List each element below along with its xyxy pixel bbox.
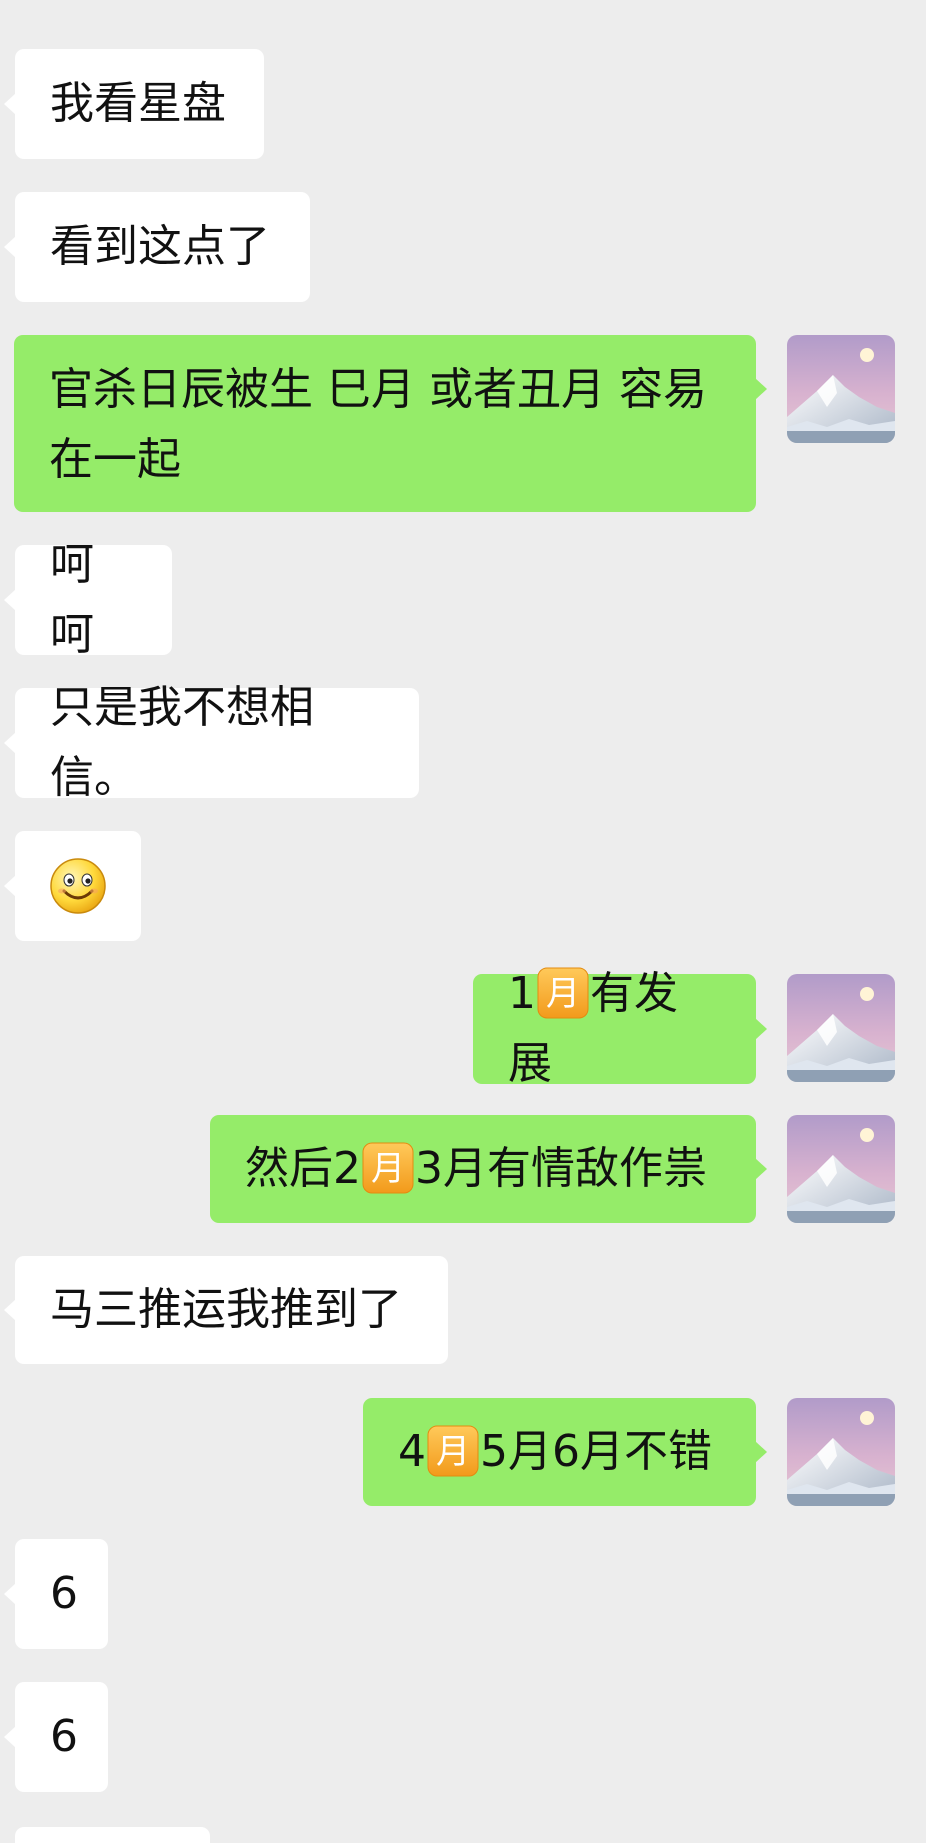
message-text: 看到这点了 bbox=[50, 221, 270, 272]
incoming-message-bubble[interactable]: 看到这点了 bbox=[15, 192, 310, 302]
outgoing-message-bubble[interactable]: 官杀日辰被生 巳月 或者丑月 容易 在一起 bbox=[14, 335, 756, 512]
month-icon-label: 月 bbox=[546, 974, 580, 1014]
message-text-prefix: 4 bbox=[398, 1426, 426, 1477]
message-text-suffix: 5月6月不错 bbox=[480, 1426, 712, 1477]
month-icon: 月 bbox=[537, 967, 589, 1019]
bubble-tail bbox=[755, 378, 767, 400]
month-icon: 月 bbox=[362, 1142, 414, 1194]
month-icon-label: 月 bbox=[371, 1149, 405, 1189]
message-text: 呵呵 bbox=[50, 539, 94, 660]
incoming-message-bubble[interactable]: 马三推运我推到了 bbox=[15, 1256, 448, 1364]
incoming-message-bubble[interactable] bbox=[15, 831, 141, 941]
snow-mountain-avatar-image bbox=[787, 1398, 895, 1506]
message-text: 我看星盘 bbox=[50, 78, 226, 129]
message-text: 官杀日辰被生 巳月 或者丑月 容易 在一起 bbox=[49, 355, 707, 495]
bubble-tail bbox=[4, 93, 16, 115]
avatar[interactable] bbox=[787, 335, 895, 443]
outgoing-message-bubble[interactable]: 然后2 月 3月有情敌作祟 bbox=[210, 1115, 756, 1223]
incoming-message-bubble[interactable]: 呵呵 bbox=[15, 539, 172, 660]
incoming-message-bubble[interactable]: 我看星盘 bbox=[15, 49, 264, 159]
message-text: 马三推运我推到了 bbox=[50, 1284, 402, 1335]
incoming-message-bubble[interactable]: 只是我不想相信。 bbox=[15, 682, 419, 803]
incoming-message-bubble[interactable]: 6 bbox=[15, 1682, 108, 1792]
message-text-suffix: 3月有情敌作祟 bbox=[415, 1143, 707, 1194]
message-line-1: 官杀日辰被生 巳月 或者丑月 容易 bbox=[49, 364, 707, 415]
bubble-tail bbox=[4, 1299, 16, 1321]
chat-message-list[interactable]: 我看星盘 看到这点了 官杀日辰被生 巳月 或者丑月 容易 在一起 呵呵 只是我不… bbox=[0, 0, 926, 1843]
snow-mountain-avatar-image bbox=[787, 974, 895, 1082]
incoming-message-bubble[interactable]: 6 bbox=[15, 1539, 108, 1649]
bubble-tail bbox=[755, 1158, 767, 1180]
message-text: 1 月有发展 bbox=[508, 959, 721, 1099]
bubble-tail bbox=[4, 1726, 16, 1748]
avatar[interactable] bbox=[787, 1398, 895, 1506]
snow-mountain-avatar-image bbox=[787, 335, 895, 443]
bubble-tail bbox=[4, 732, 16, 754]
bubble-tail bbox=[4, 236, 16, 258]
bubble-tail bbox=[4, 589, 16, 611]
message-text: 4 月 5月6月不错 bbox=[398, 1417, 712, 1487]
message-text: 只是我不想相信。 bbox=[50, 682, 314, 803]
bubble-tail bbox=[755, 1018, 767, 1040]
avatar[interactable] bbox=[787, 1115, 895, 1223]
avatar[interactable] bbox=[787, 974, 895, 1082]
month-icon: 月 bbox=[427, 1425, 479, 1477]
incoming-message-bubble-partial[interactable] bbox=[15, 1827, 210, 1843]
outgoing-message-bubble[interactable]: 4 月 5月6月不错 bbox=[363, 1398, 756, 1506]
message-text: 6 bbox=[50, 1568, 78, 1619]
message-text-prefix: 然后2 bbox=[245, 1143, 361, 1194]
message-text-prefix: 1 bbox=[508, 968, 536, 1019]
outgoing-message-bubble[interactable]: 1 月有发展 bbox=[473, 967, 756, 1089]
bubble-tail bbox=[4, 1583, 16, 1605]
bubble-tail bbox=[755, 1441, 767, 1463]
month-icon-label: 月 bbox=[436, 1432, 470, 1472]
message-text: 6 bbox=[50, 1711, 78, 1762]
smiley-icon bbox=[50, 858, 106, 914]
snow-mountain-avatar-image bbox=[787, 1115, 895, 1223]
message-text: 然后2 月 3月有情敌作祟 bbox=[245, 1134, 707, 1204]
bubble-tail bbox=[4, 875, 16, 897]
message-line-2: 在一起 bbox=[49, 434, 181, 485]
